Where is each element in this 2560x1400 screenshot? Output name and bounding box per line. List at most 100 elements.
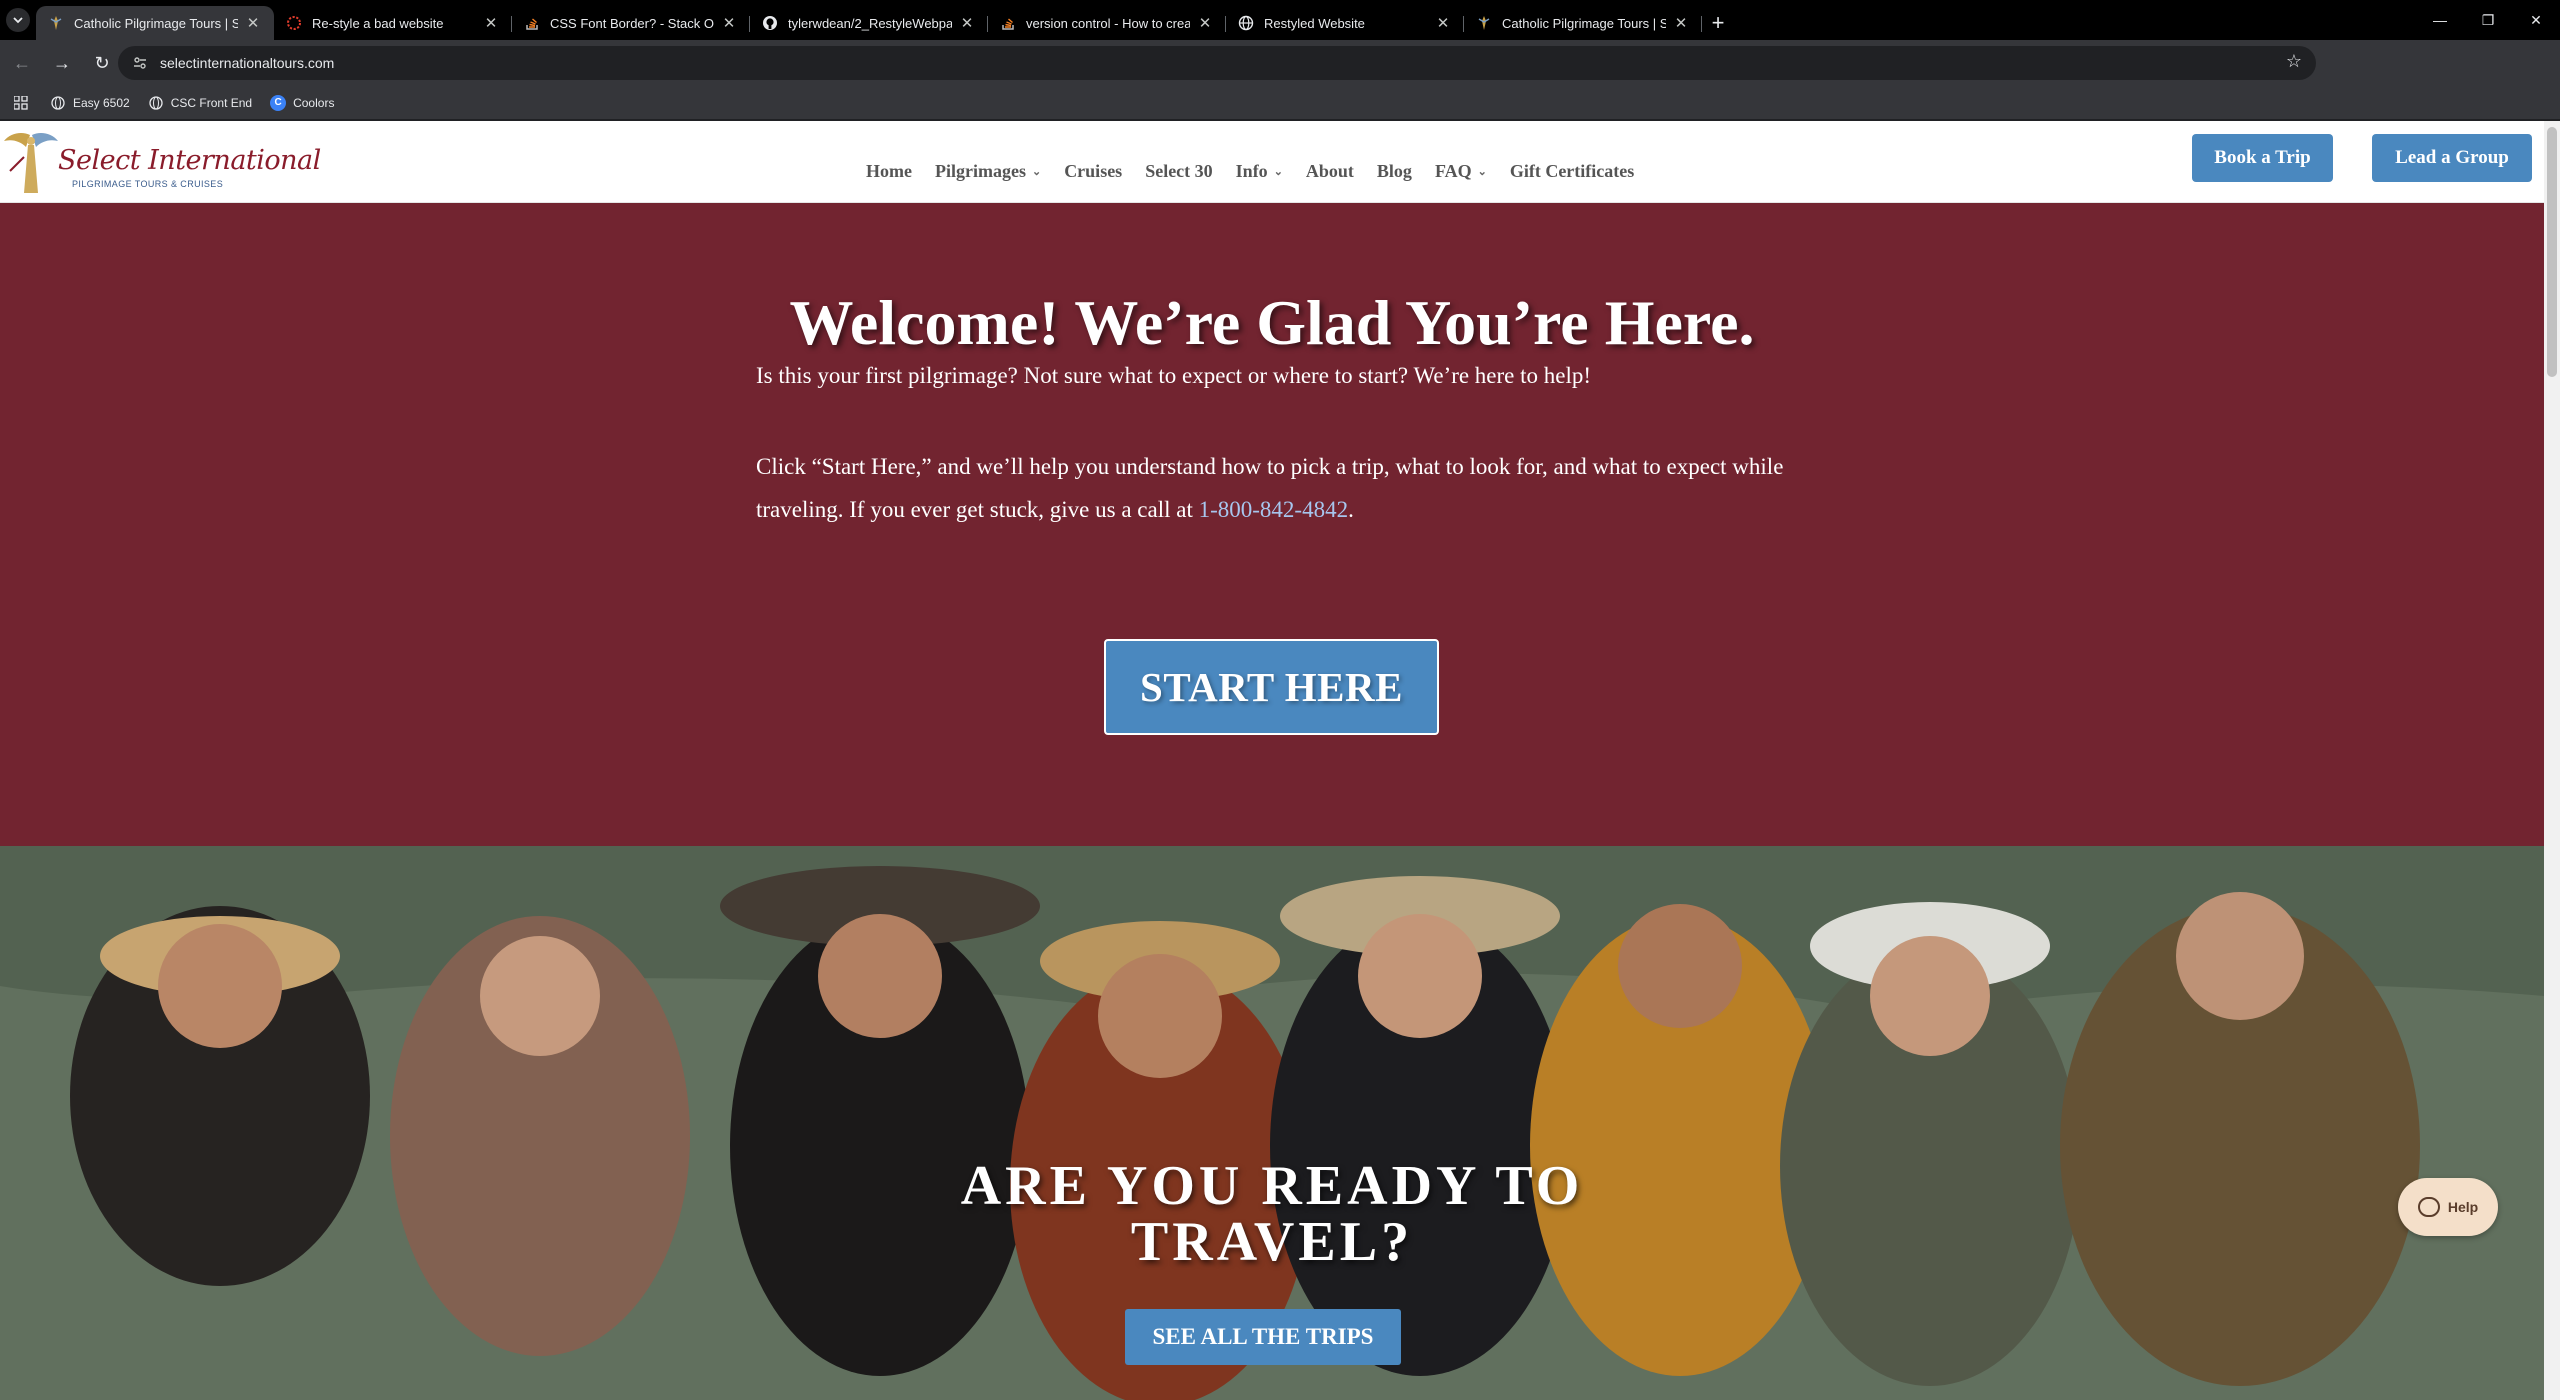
nav-label: About xyxy=(1305,161,1354,181)
bookmark-star-icon[interactable]: ☆ xyxy=(2286,51,2302,72)
site-info-icon[interactable] xyxy=(128,51,152,75)
bookmarks-bar: Easy 6502 CSC Front End C Coolors xyxy=(0,86,2560,120)
nav-blog[interactable]: Blog xyxy=(1377,161,1412,182)
angel-logo-icon xyxy=(4,133,58,193)
tab-title: Re-style a bad website xyxy=(312,15,444,31)
scrollbar-thumb[interactable] xyxy=(2547,127,2557,377)
close-window-icon[interactable]: ✕ xyxy=(2512,0,2560,40)
tab-title: CSS Font Border? - Stack Overfl xyxy=(550,15,714,31)
see-all-trips-button[interactable]: SEE ALL THE TRIPS xyxy=(1125,1309,1401,1365)
address-bar[interactable]: selectinternationaltours.com ☆ xyxy=(118,46,2316,80)
new-tab-button[interactable]: + xyxy=(1702,6,1734,40)
tab-title: version control - How to create xyxy=(1026,15,1190,31)
book-a-trip-button[interactable]: Book a Trip xyxy=(2192,134,2333,182)
reload-icon[interactable]: ↻ xyxy=(84,45,120,81)
nav-info[interactable]: Info ⌄ xyxy=(1236,161,1283,182)
travel-photo-section: ARE YOU READY TO TRAVEL? SEE ALL THE TRI… xyxy=(0,846,2544,1400)
bookmark-coolors[interactable]: C Coolors xyxy=(270,94,335,111)
site-logo[interactable]: Select International PILGRIMAGE TOURS & … xyxy=(2,125,321,199)
pilgrim-favicon-icon xyxy=(1476,15,1492,31)
close-icon[interactable]: ✕ xyxy=(1196,14,1214,32)
chevron-down-icon: ⌄ xyxy=(1273,166,1283,178)
main-nav: Home Pilgrimages ⌄ Cruises Select 30 Info… xyxy=(866,161,1657,182)
tab-title: Restyled Website xyxy=(1264,15,1365,31)
tab-1[interactable]: Catholic Pilgrimage Tours | Sele ✕ xyxy=(36,6,274,40)
nav-label: Info xyxy=(1235,161,1268,181)
forward-arrow-icon[interactable]: → xyxy=(44,45,80,81)
close-icon[interactable]: ✕ xyxy=(244,14,262,32)
site-header: Select International PILGRIMAGE TOURS & … xyxy=(0,121,2544,203)
back-arrow-icon[interactable]: ← xyxy=(4,45,40,81)
nav-label: Select 30 xyxy=(1145,161,1213,181)
globe-icon xyxy=(50,95,66,111)
tab-search-button[interactable] xyxy=(0,0,36,40)
nav-gift-certificates[interactable]: Gift Certificates xyxy=(1510,161,1634,182)
phone-link[interactable]: 1-800-842-4842 xyxy=(1199,497,1348,522)
logo-tagline: PILGRIMAGE TOURS & CRUISES xyxy=(72,179,224,189)
nav-label: Pilgrimages xyxy=(934,161,1026,181)
nav-faq[interactable]: FAQ ⌄ xyxy=(1435,161,1487,182)
welcome-hero: Welcome! We’re Glad You’re Here. Is this… xyxy=(0,203,2544,846)
tab-3[interactable]: CSS Font Border? - Stack Overfl ✕ xyxy=(512,6,750,40)
tab-title: tylerwdean/2_RestyleWebpage xyxy=(788,15,952,31)
ready-to-travel-heading: ARE YOU READY TO TRAVEL? xyxy=(960,1155,1584,1273)
tab-6[interactable]: Restyled Website ✕ xyxy=(1226,6,1464,40)
hero-intro-text: Is this your first pilgrimage? Not sure … xyxy=(756,363,1592,388)
tab-title: Catholic Pilgrimage Tours | Sele xyxy=(1502,15,1666,31)
nav-label: Gift Certificates xyxy=(1509,161,1635,181)
close-icon[interactable]: ✕ xyxy=(958,14,976,32)
github-favicon-icon xyxy=(762,15,778,31)
tab-list: Catholic Pilgrimage Tours | Sele ✕ Re-st… xyxy=(36,0,1734,40)
help-widget-button[interactable]: Help xyxy=(2398,1178,2498,1236)
page-scrollbar[interactable] xyxy=(2544,121,2560,1400)
nav-label: Blog xyxy=(1376,161,1412,181)
bookmark-label: Coolors xyxy=(293,95,335,110)
nav-label: Cruises xyxy=(1064,161,1123,181)
stackoverflow-favicon-icon xyxy=(1000,15,1016,31)
minimize-icon[interactable]: — xyxy=(2416,0,2464,40)
tab-strip: Catholic Pilgrimage Tours | Sele ✕ Re-st… xyxy=(0,0,2560,40)
logo-wordmark: Select International xyxy=(58,145,321,176)
bookmark-label: CSC Front End xyxy=(170,95,253,110)
pilgrim-favicon-icon xyxy=(48,15,64,31)
tab-7[interactable]: Catholic Pilgrimage Tours | Sele ✕ xyxy=(1464,6,1702,40)
bookmark-easy-6502[interactable]: Easy 6502 xyxy=(50,95,130,111)
nav-home[interactable]: Home xyxy=(866,161,912,182)
tab-title: Catholic Pilgrimage Tours | Sele xyxy=(74,15,238,31)
nav-select-30[interactable]: Select 30 xyxy=(1145,161,1212,182)
nav-cruises[interactable]: Cruises xyxy=(1064,161,1122,182)
bookmark-label: Easy 6502 xyxy=(73,95,130,110)
nav-label: FAQ xyxy=(1434,161,1472,181)
tab-2[interactable]: Re-style a bad website ✕ xyxy=(274,6,512,40)
hero-heading: Welcome! We’re Glad You’re Here. xyxy=(789,287,1755,358)
globe-favicon-icon xyxy=(1238,15,1254,31)
close-icon[interactable]: ✕ xyxy=(1672,14,1690,32)
tab-5[interactable]: version control - How to create ✕ xyxy=(988,6,1226,40)
start-here-button[interactable]: START HERE xyxy=(1104,639,1439,735)
hero-instructions-end: . xyxy=(1348,497,1354,522)
nav-about[interactable]: About xyxy=(1306,161,1354,182)
page-viewport: Select International PILGRIMAGE TOURS & … xyxy=(0,121,2560,1400)
lead-a-group-button[interactable]: Lead a Group xyxy=(2372,134,2532,182)
url-text: selectinternationaltours.com xyxy=(160,55,335,71)
stackoverflow-favicon-icon xyxy=(524,15,540,31)
nav-label: Home xyxy=(866,161,912,181)
close-icon[interactable]: ✕ xyxy=(482,14,500,32)
chevron-down-icon: ⌄ xyxy=(1031,166,1042,178)
help-label: Help xyxy=(2447,1199,2479,1215)
close-icon[interactable]: ✕ xyxy=(720,14,738,32)
chat-bubble-icon xyxy=(2417,1197,2440,1217)
restore-icon[interactable]: ❐ xyxy=(2464,0,2512,40)
bookmark-csc-front-end[interactable]: CSC Front End xyxy=(148,95,252,111)
globe-icon xyxy=(148,95,164,111)
tab-4[interactable]: tylerwdean/2_RestyleWebpage ✕ xyxy=(750,6,988,40)
tab-separator xyxy=(1701,16,1702,32)
nav-pilgrimages[interactable]: Pilgrimages ⌄ xyxy=(935,161,1041,182)
window-controls: — ❐ ✕ xyxy=(2416,0,2560,40)
hero-instructions-text: Click “Start Here,” and we’ll help you u… xyxy=(756,445,1796,531)
chevron-down-icon: ⌄ xyxy=(1477,166,1487,178)
apps-grid-icon[interactable] xyxy=(14,95,28,110)
canvas-favicon-icon xyxy=(286,15,302,31)
close-icon[interactable]: ✕ xyxy=(1434,14,1452,32)
browser-toolbar: ← → ↻ selectinternationaltours.com ☆ xyxy=(0,40,2560,112)
